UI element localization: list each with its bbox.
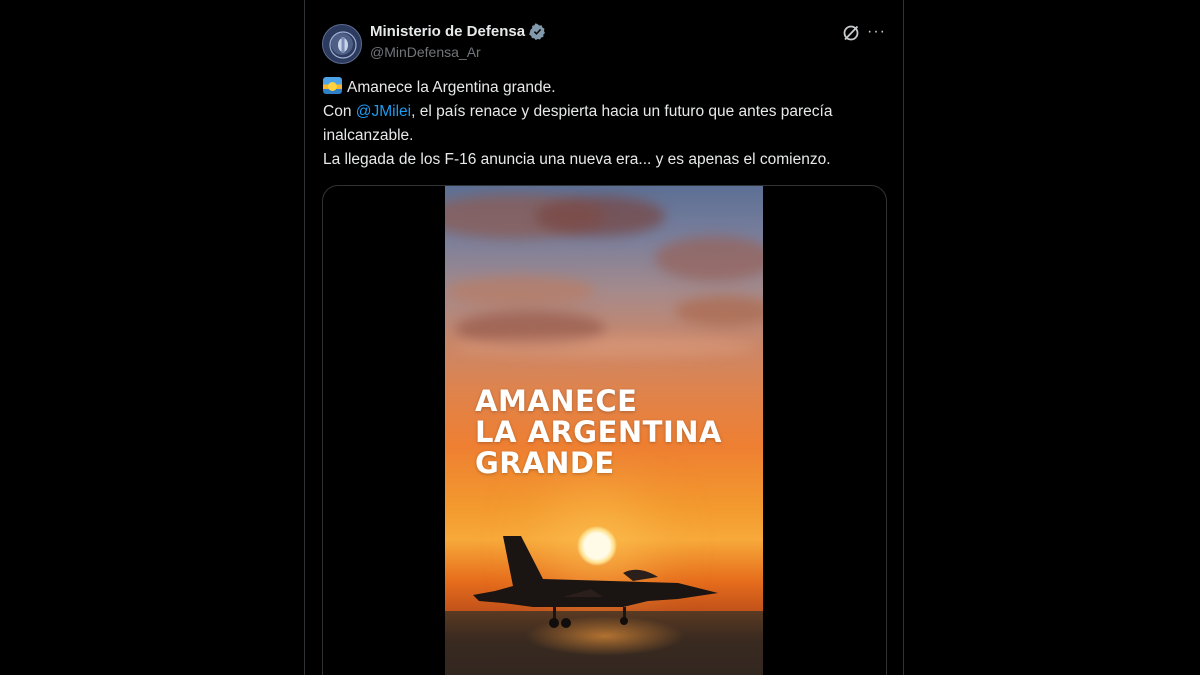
author-handle[interactable]: @MinDefensa_Ar — [370, 44, 481, 60]
headline-line-1: AMANECE — [475, 384, 638, 418]
avatar[interactable] — [322, 24, 362, 64]
tweet-line-2-prefix: Con — [323, 103, 356, 120]
headline-line-3: GRANDE — [475, 446, 615, 480]
tweet-text: Amanece la Argentina grande. Con @JMilei… — [323, 76, 893, 172]
ministry-seal-icon — [329, 31, 357, 59]
mention-link[interactable]: @JMilei — [356, 103, 411, 120]
f16-jet-silhouette — [473, 536, 718, 628]
grok-icon[interactable] — [841, 23, 861, 43]
tweet-line-1-text: Amanece la Argentina grande. — [347, 79, 556, 96]
cloud — [655, 236, 763, 281]
tweet: Ministerio de Defensa @MinDefensa_Ar ···… — [304, 0, 904, 675]
tweet-line-3: inalcanzable. — [323, 127, 414, 144]
headline-line-2: LA ARGENTINA — [475, 415, 722, 449]
author-name-row[interactable]: Ministerio de Defensa — [370, 23, 546, 40]
cloud — [455, 336, 755, 358]
cloud — [535, 196, 665, 236]
tweet-line-2-suffix: , el país renace y despierta hacia un fu… — [411, 103, 833, 120]
cloud — [675, 296, 763, 326]
verified-badge-icon — [529, 23, 546, 40]
sunrise-emoji-icon — [323, 77, 342, 94]
cloud — [445, 276, 595, 306]
tweet-line-4: La llegada de los F-16 anuncia una nueva… — [323, 151, 831, 168]
tweet-line-1: Amanece la Argentina grande. — [323, 76, 893, 100]
media-card[interactable]: AMANECE LA ARGENTINA GRANDE — [322, 185, 887, 675]
media-image[interactable]: AMANECE LA ARGENTINA GRANDE — [445, 186, 763, 675]
author-display-name[interactable]: Ministerio de Defensa — [370, 23, 525, 40]
media-headline: AMANECE LA ARGENTINA GRANDE — [475, 386, 760, 479]
more-options-icon[interactable]: ··· — [867, 24, 887, 41]
tweet-line-2: Con @JMilei, el país renace y despierta … — [323, 100, 893, 124]
